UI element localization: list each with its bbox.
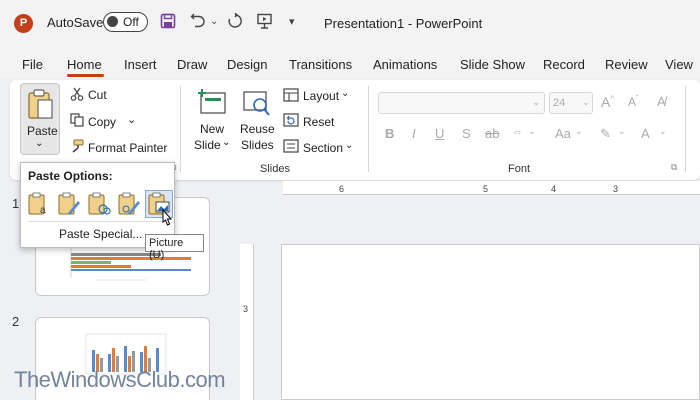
ruler-tick: 5: [483, 184, 489, 194]
paste-option-embed[interactable]: [85, 190, 113, 218]
save-icon[interactable]: [160, 13, 176, 34]
present-icon[interactable]: [256, 13, 273, 34]
ruler-tick: 4: [551, 184, 557, 194]
slide-number: 1: [12, 196, 20, 211]
title-bar: P AutoSave Off ⌄ ▾ Presentation1 - Power…: [0, 0, 700, 46]
font-launcher-icon[interactable]: ⧉: [671, 162, 677, 173]
ruler-tick: 6: [339, 184, 345, 194]
customize-toolbar-icon[interactable]: ▾: [289, 13, 295, 31]
reset-icon: [283, 113, 299, 130]
popup-divider: [28, 221, 169, 222]
copy-button[interactable]: Copy: [88, 115, 116, 129]
undo-dropdown-icon[interactable]: ⌄: [210, 13, 218, 31]
bold-button[interactable]: B: [385, 126, 394, 141]
increase-font-icon[interactable]: A^: [601, 94, 614, 110]
italic-button[interactable]: I: [412, 126, 416, 141]
paste-options-title: Paste Options:: [28, 169, 113, 183]
new-slide-icon: [197, 89, 227, 118]
toggle-knob: [107, 16, 118, 27]
font-color-dropdown-icon[interactable]: ⌄: [659, 126, 667, 137]
new-slide-label-2[interactable]: Slide: [194, 138, 221, 152]
strikethrough-button[interactable]: ab: [485, 126, 499, 141]
decrease-font-icon[interactable]: Aˇ: [628, 94, 639, 109]
reuse-slides-label-2[interactable]: Slides: [241, 138, 274, 152]
paste-dropdown-icon: ⌄: [35, 138, 44, 149]
font-family-select[interactable]: ⌄: [378, 92, 545, 114]
section-dropdown-icon[interactable]: ⌄: [345, 140, 353, 151]
paste-button[interactable]: Paste ⌄: [20, 83, 60, 155]
reuse-slides-label[interactable]: Reuse: [240, 122, 275, 136]
font-size-select[interactable]: 24 ⌄: [549, 92, 593, 114]
cut-button[interactable]: Cut: [88, 88, 107, 102]
tab-review[interactable]: Review: [605, 57, 648, 72]
tab-animations[interactable]: Animations: [373, 57, 437, 72]
highlight-dropdown-icon[interactable]: ⌄: [618, 126, 626, 137]
autosave-state: Off: [123, 15, 139, 29]
tab-view[interactable]: View: [665, 57, 693, 72]
tooltip: Picture (U): [145, 234, 204, 261]
section-icon: [283, 139, 299, 156]
tab-record[interactable]: Record: [543, 57, 585, 72]
tab-slide-show[interactable]: Slide Show: [460, 57, 525, 72]
redo-icon[interactable]: [227, 12, 243, 34]
layout-icon: [283, 88, 299, 105]
autosave-toggle[interactable]: Off: [103, 12, 148, 32]
paste-label: Paste: [27, 124, 58, 138]
new-slide-label[interactable]: New: [200, 122, 224, 136]
copy-dropdown-icon[interactable]: ⌄: [127, 113, 136, 126]
paste-option-keep-source-embed[interactable]: [115, 190, 143, 218]
tab-draw[interactable]: Draw: [177, 57, 207, 72]
svg-text:a: a: [40, 205, 46, 216]
tab-home[interactable]: Home: [67, 57, 102, 72]
shadow-button[interactable]: S: [462, 126, 471, 141]
tab-design[interactable]: Design: [227, 57, 267, 72]
font-size-value: 24: [553, 97, 566, 109]
document-title: Presentation1 - PowerPoint: [324, 16, 483, 31]
paste-special-item[interactable]: Paste Special...: [59, 227, 142, 241]
slides-group-label: Slides: [260, 163, 290, 175]
section-button[interactable]: Section: [303, 141, 343, 155]
highlight-icon[interactable]: ✎: [600, 126, 611, 142]
mouse-pointer-icon: [159, 208, 173, 232]
cut-icon: [70, 87, 84, 104]
font-color-button[interactable]: A: [641, 126, 650, 141]
tab-insert[interactable]: Insert: [124, 57, 157, 72]
paste-option-use-destination-theme[interactable]: a: [25, 190, 53, 218]
group-separator: [685, 86, 686, 172]
paste-clipboard-icon: [28, 89, 53, 119]
active-tab-indicator: [67, 74, 104, 77]
undo-icon[interactable]: [190, 13, 206, 34]
change-case-button[interactable]: Aa: [555, 126, 571, 141]
layout-button[interactable]: Layout: [303, 89, 339, 103]
font-group-label: Font: [508, 163, 531, 175]
character-spacing-icon[interactable]: ⇔: [512, 126, 523, 138]
clear-formatting-icon[interactable]: A̸: [657, 94, 666, 109]
reset-button[interactable]: Reset: [303, 115, 334, 129]
watermark-text: TheWindowsClub.com: [14, 367, 226, 392]
layout-dropdown-icon[interactable]: ⌄: [341, 88, 349, 99]
copy-icon: [70, 113, 84, 130]
reuse-slides-icon: [242, 89, 272, 120]
format-painter-icon: [70, 139, 84, 156]
vertical-ruler: 3: [240, 244, 254, 400]
format-painter-button[interactable]: Format Painter: [88, 141, 167, 155]
group-separator: [368, 86, 369, 172]
ribbon-tabs: File Home Insert Draw Design Transitions…: [0, 46, 700, 78]
case-dropdown-icon[interactable]: ⌄: [575, 126, 583, 137]
horizontal-ruler: 6 5 4 3: [283, 181, 700, 195]
autosave-label: AutoSave: [47, 15, 104, 30]
underline-button[interactable]: U: [435, 126, 444, 141]
slide-canvas[interactable]: [281, 244, 700, 400]
slide-number: 2: [12, 314, 20, 329]
paste-option-keep-source-formatting[interactable]: [55, 190, 83, 218]
powerpoint-logo-icon: P: [14, 14, 33, 33]
ruler-tick: 3: [243, 304, 249, 314]
ruler-tick: 3: [613, 184, 619, 194]
spacing-dropdown-icon[interactable]: ⌄: [528, 126, 536, 137]
new-slide-dropdown-icon[interactable]: ⌄: [222, 137, 230, 148]
tab-file[interactable]: File: [22, 57, 43, 72]
group-separator: [180, 86, 181, 172]
tab-transitions[interactable]: Transitions: [289, 57, 352, 72]
